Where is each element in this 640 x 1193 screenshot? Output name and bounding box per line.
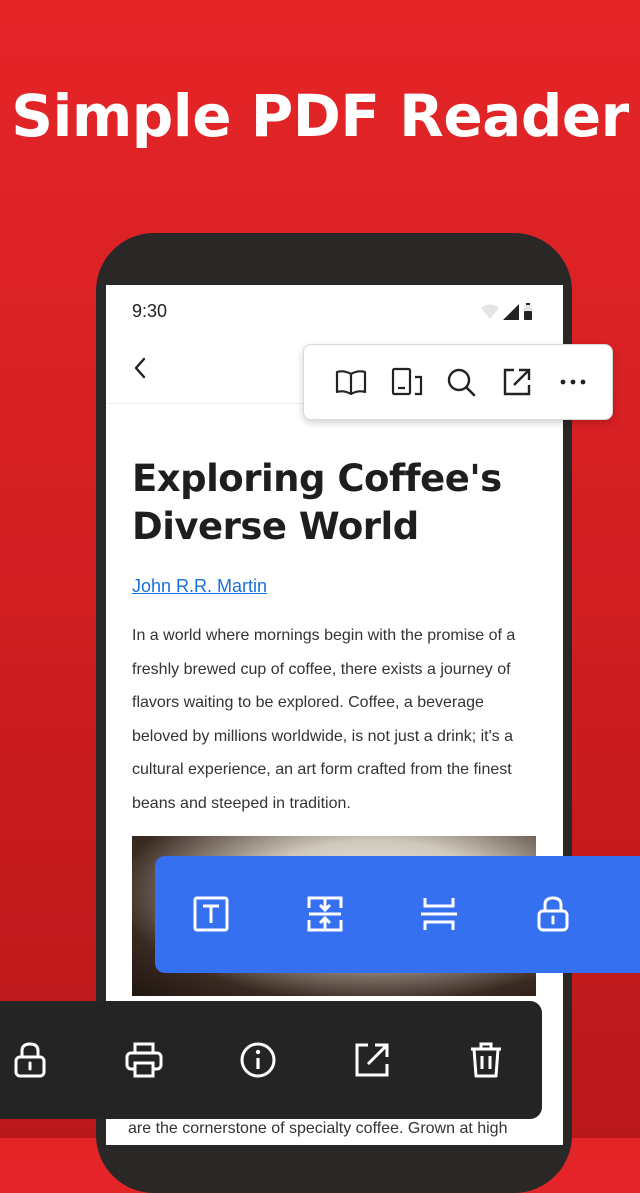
wifi-icon xyxy=(481,304,499,319)
chevron-left-icon xyxy=(134,357,146,379)
more-button[interactable] xyxy=(556,365,590,399)
lock-icon xyxy=(537,896,569,932)
lock-icon xyxy=(14,1042,46,1078)
trash-icon xyxy=(471,1042,501,1078)
share-icon xyxy=(355,1043,389,1077)
search-button[interactable] xyxy=(444,365,478,399)
text-icon xyxy=(193,896,229,932)
status-time: 9:30 xyxy=(132,301,168,321)
add-text-button[interactable] xyxy=(191,894,231,934)
split-button[interactable] xyxy=(419,894,459,934)
signal-icon xyxy=(503,304,519,320)
lock-file-button[interactable] xyxy=(10,1040,50,1080)
share-button[interactable] xyxy=(500,365,534,399)
book-view-button[interactable] xyxy=(334,365,368,399)
status-icons xyxy=(479,302,539,322)
book-icon xyxy=(335,370,367,396)
share-file-button[interactable] xyxy=(352,1040,392,1080)
reader-toolbar xyxy=(303,344,613,420)
compress-button[interactable] xyxy=(305,894,345,934)
page-layout-button[interactable] xyxy=(390,365,424,399)
battery-icon xyxy=(524,303,532,320)
document-title: Exploring Coffee's Diverse World xyxy=(132,457,502,548)
headline: Simple PDF Reader xyxy=(11,82,629,150)
share-icon xyxy=(503,368,531,396)
compress-icon xyxy=(307,896,343,932)
file-toolbar xyxy=(0,1001,542,1119)
delete-button[interactable] xyxy=(466,1040,506,1080)
document-body: In a world where mornings begin with the… xyxy=(132,627,516,812)
more-icon xyxy=(560,379,586,385)
info-icon xyxy=(240,1042,276,1078)
search-icon xyxy=(447,368,476,397)
edit-toolbar xyxy=(155,856,640,973)
print-button[interactable] xyxy=(124,1040,164,1080)
info-button[interactable] xyxy=(238,1040,278,1080)
page-layout-icon xyxy=(391,367,423,396)
lock-button[interactable] xyxy=(533,894,573,934)
split-icon xyxy=(421,898,457,930)
print-icon xyxy=(125,1042,163,1078)
back-button[interactable] xyxy=(126,353,156,383)
document-body-continued: are the cornerstone of specialty coffee.… xyxy=(128,1120,508,1137)
author-link[interactable]: John R.R. Martin xyxy=(132,576,267,597)
